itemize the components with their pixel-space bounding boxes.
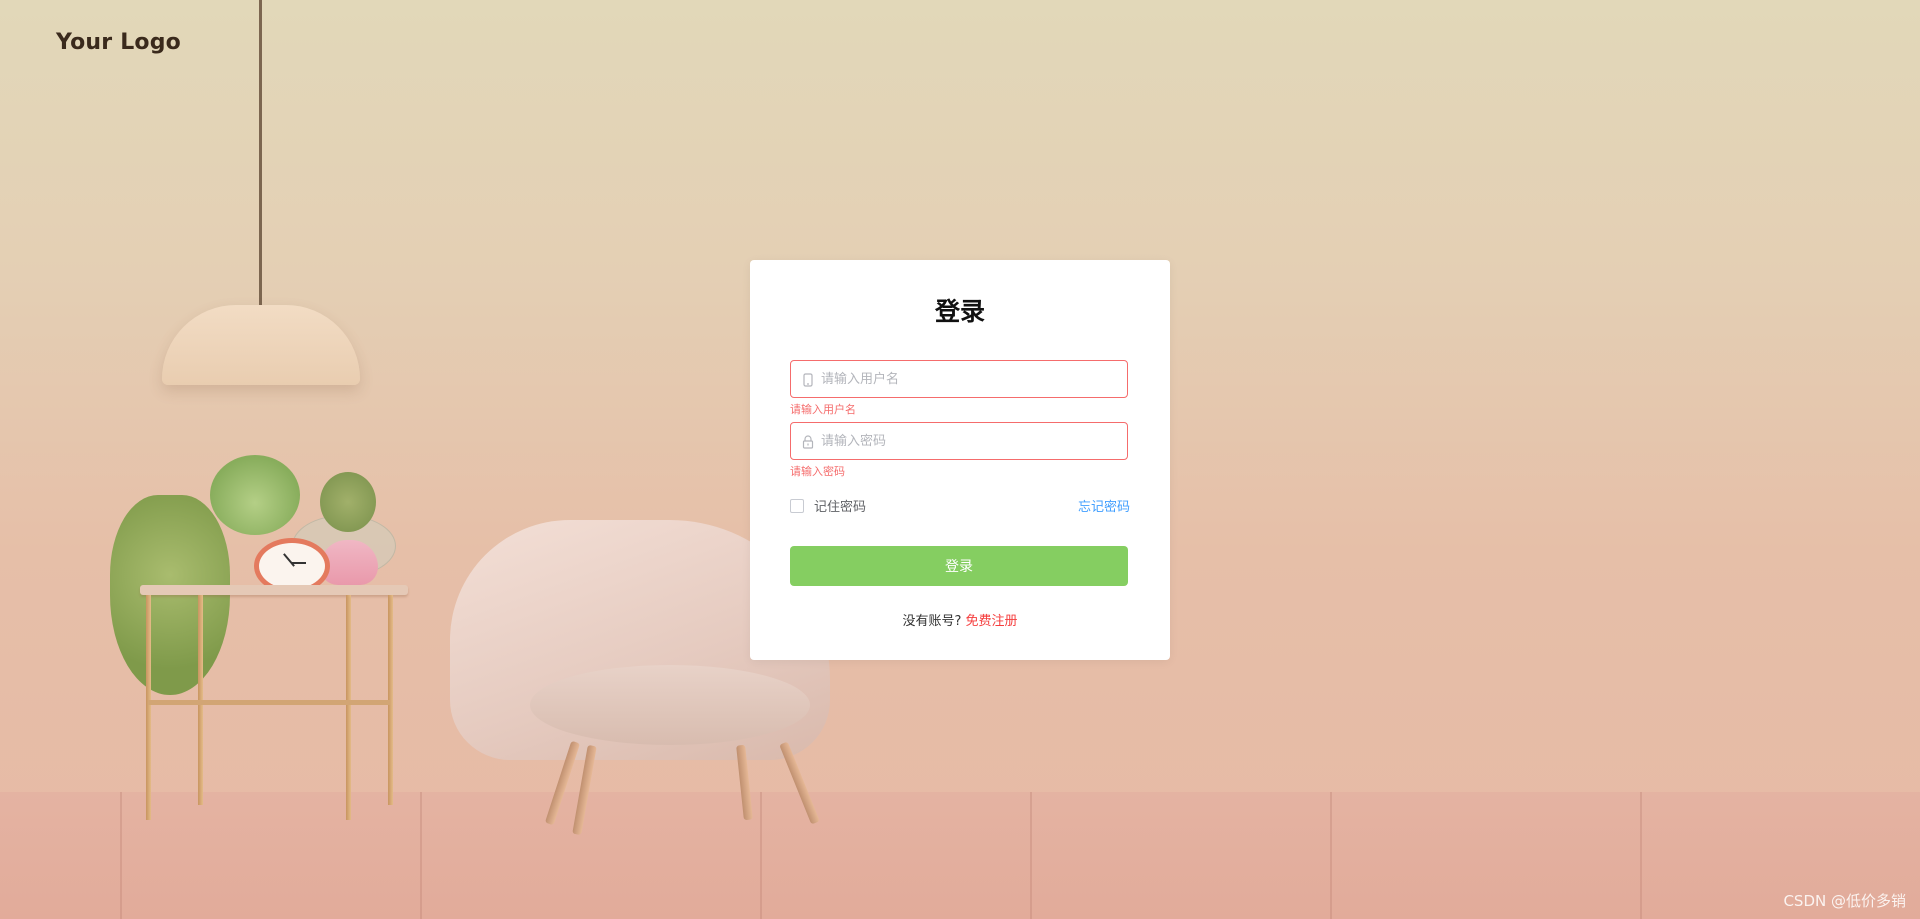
- floor: [0, 792, 1920, 919]
- password-error: 请输入密码: [790, 465, 845, 478]
- pendant-lamp: [162, 305, 360, 385]
- clock-hand: [292, 562, 306, 564]
- username-error: 请输入用户名: [790, 403, 856, 416]
- register-link[interactable]: 免费注册: [966, 614, 1018, 629]
- checkbox-box[interactable]: [790, 498, 804, 513]
- phone-icon: [801, 372, 815, 387]
- password-field[interactable]: [790, 422, 1128, 460]
- login-button[interactable]: 登录: [790, 546, 1128, 586]
- armchair-seat: [530, 665, 810, 745]
- remember-password-checkbox[interactable]: 记住密码: [790, 496, 866, 515]
- cactus: [320, 472, 376, 532]
- floor-plank-line: [760, 792, 762, 919]
- login-card: 登录 请输入用户名 请输入密码 记住: [750, 260, 1170, 660]
- floor-plank-line: [1330, 792, 1332, 919]
- register-prompt: 没有账号? 免费注册: [750, 610, 1170, 629]
- lock-icon: [801, 434, 815, 449]
- floor-plank-line: [420, 792, 422, 919]
- forgot-password-link[interactable]: 忘记密码: [1078, 496, 1130, 515]
- side-table-leg: [346, 595, 351, 820]
- floor-plank-line: [1030, 792, 1032, 919]
- site-logo: Your Logo: [56, 30, 181, 55]
- watermark: CSDN @低价多销: [1783, 892, 1906, 910]
- login-title: 登录: [934, 297, 985, 326]
- floor-plank-line: [120, 792, 122, 919]
- side-table-top: [140, 585, 408, 595]
- lamp-cord: [259, 0, 262, 305]
- username-input[interactable]: [821, 361, 1121, 397]
- succulent-plant: [210, 455, 300, 535]
- floor-plank-line: [1640, 792, 1642, 919]
- login-page: Your Logo 登录 请输入用户名 请输入密码: [0, 0, 1920, 919]
- no-account-text: 没有账号?: [902, 614, 962, 629]
- side-table-rail: [148, 700, 390, 705]
- hanging-plant: [110, 495, 230, 695]
- remember-password-label: 记住密码: [814, 500, 867, 515]
- side-table-leg: [146, 595, 151, 820]
- password-input[interactable]: [821, 423, 1121, 459]
- username-field[interactable]: [790, 360, 1128, 398]
